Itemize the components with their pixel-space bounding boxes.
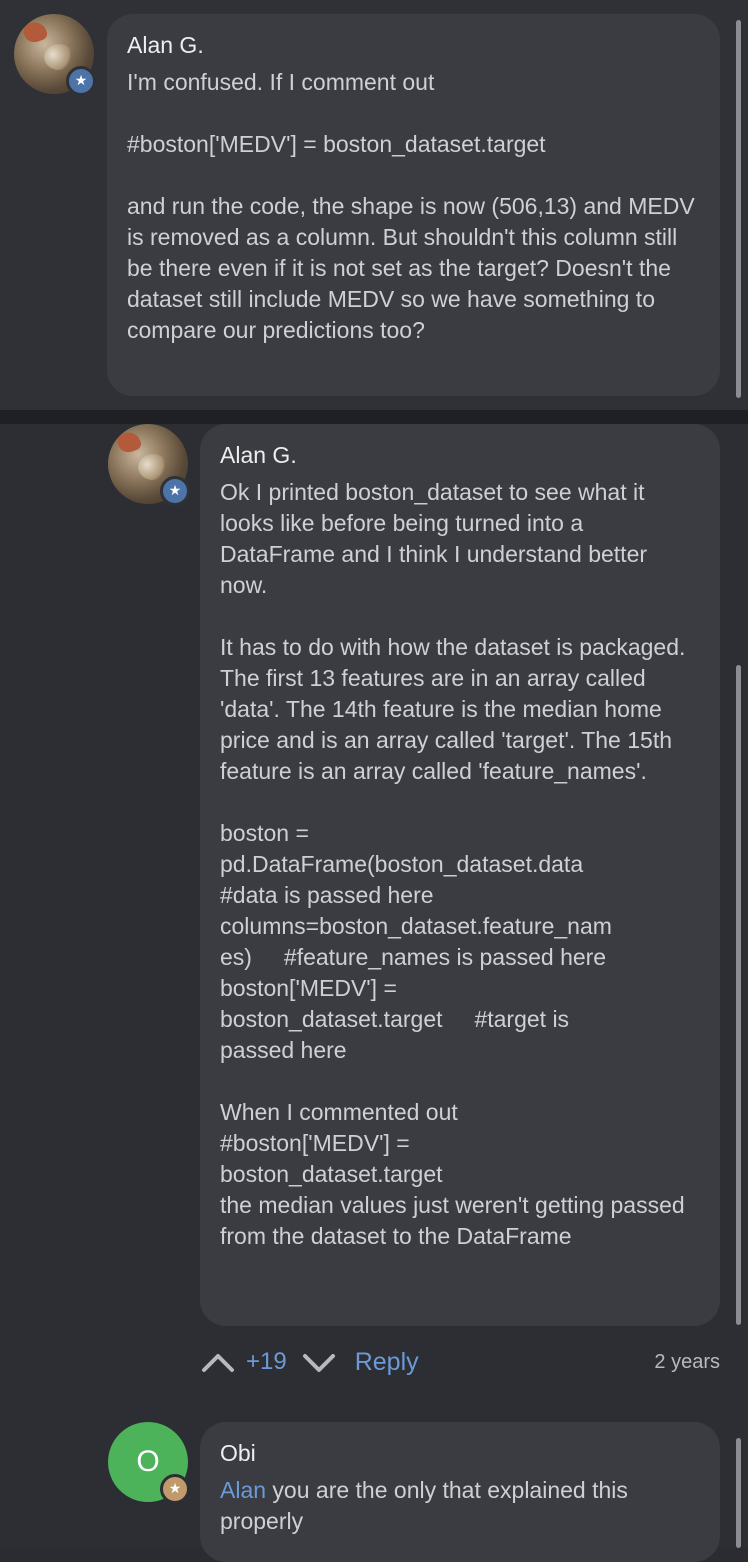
comment-bubble: Obi Alan you are the only that explained… [200, 1422, 720, 1562]
star-badge-icon: ★ [160, 1474, 190, 1504]
comment-actions: +19 Reply 2 years [200, 1340, 720, 1384]
comment-text-body: you are the only that explained this pro… [220, 1477, 635, 1534]
upvote-button[interactable] [200, 1344, 236, 1380]
comment-bubble: Alan G. Ok I printed boston_dataset to s… [200, 424, 720, 1326]
scrollbar[interactable] [736, 20, 741, 398]
avatar[interactable]: ★ [108, 424, 190, 506]
comment-text: Alan you are the only that explained thi… [220, 1475, 700, 1537]
comment-author[interactable]: Obi [220, 1440, 700, 1467]
avatar[interactable]: ★ [14, 14, 96, 96]
comment-author[interactable]: Alan G. [127, 32, 700, 59]
comment-bubble: Alan G. I'm confused. If I comment out #… [107, 14, 720, 396]
scrollbar[interactable] [736, 1438, 741, 1548]
user-mention-link[interactable]: Alan [220, 1477, 266, 1503]
reply-button[interactable]: Reply [355, 1348, 419, 1377]
comment-age: 2 years [654, 1350, 720, 1373]
star-badge-icon: ★ [160, 476, 190, 506]
comment-text: Ok I printed boston_dataset to see what … [220, 479, 686, 1249]
chevron-up-icon [202, 1354, 234, 1372]
scrollbar[interactable] [736, 665, 741, 1325]
vote-count: +19 [246, 1348, 287, 1375]
star-badge-icon: ★ [66, 66, 96, 96]
avatar[interactable]: O ★ [108, 1422, 190, 1504]
comment-author[interactable]: Alan G. [220, 442, 700, 469]
thread-divider [0, 410, 748, 424]
chevron-down-icon [302, 1354, 335, 1372]
downvote-button[interactable] [301, 1344, 337, 1380]
comment-text: I'm confused. If I comment out #boston['… [127, 69, 695, 343]
